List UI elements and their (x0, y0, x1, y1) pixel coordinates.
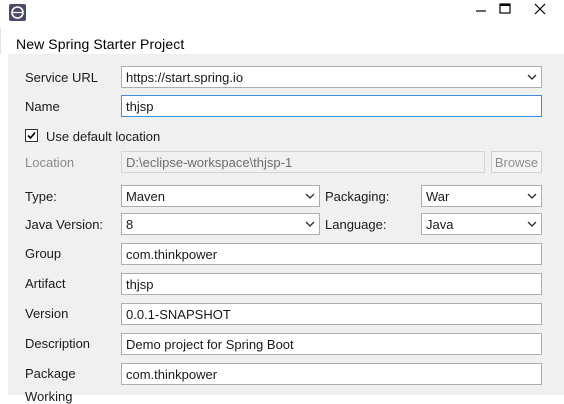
packaging-label: Packaging: (325, 189, 390, 204)
type-label: Type: (25, 189, 57, 204)
group-input[interactable]: com.thinkpower (121, 243, 542, 265)
window-titlebar (0, 0, 564, 26)
dialog-header: New Spring Starter Project (0, 28, 564, 54)
language-label: Language: (325, 217, 387, 232)
language-select[interactable]: Java (421, 213, 542, 235)
packaging-value: War (426, 189, 450, 204)
dialog-title: New Spring Starter Project (16, 36, 185, 52)
chevron-down-icon (527, 193, 537, 199)
version-input[interactable]: 0.0.1-SNAPSHOT (121, 303, 542, 325)
name-label: Name (25, 99, 60, 114)
chevron-down-icon (527, 74, 537, 80)
artifact-label: Artifact (25, 276, 66, 291)
use-default-location-checkbox[interactable] (25, 129, 38, 142)
eclipse-icon (9, 4, 26, 21)
chevron-down-icon (527, 221, 537, 227)
artifact-input[interactable]: thjsp (121, 273, 542, 295)
chevron-down-icon (305, 221, 315, 227)
version-label: Version (25, 306, 69, 321)
close-icon[interactable] (530, 0, 560, 22)
name-input[interactable]: thjsp (121, 95, 542, 117)
service-url-combo[interactable]: https://start.spring.io (121, 66, 542, 88)
package-label: Package (25, 366, 76, 381)
description-label: Description (25, 336, 91, 351)
use-default-location-label[interactable]: Use default location (46, 129, 160, 144)
browse-button: Browse (491, 151, 542, 173)
service-url-label: Service URL (25, 70, 98, 85)
language-value: Java (426, 217, 454, 232)
java-version-label: Java Version: (25, 217, 104, 232)
package-input[interactable]: com.thinkpower (121, 363, 542, 385)
working-sets-label: Working (25, 389, 73, 404)
group-label: Group (25, 246, 62, 261)
java-version-select[interactable]: 8 (121, 213, 320, 235)
type-select[interactable]: Maven (121, 185, 320, 207)
location-label: Location (25, 155, 75, 170)
packaging-select[interactable]: War (421, 185, 542, 207)
type-value: Maven (126, 189, 166, 204)
chevron-down-icon (305, 193, 315, 199)
java-version-value: 8 (126, 217, 134, 232)
location-input: D:\eclipse-workspace\thjsp-1 (121, 151, 485, 173)
description-input[interactable]: Demo project for Spring Boot (121, 333, 542, 355)
checkmark-icon (27, 131, 36, 140)
maximize-icon[interactable] (490, 0, 520, 22)
service-url-value: https://start.spring.io (126, 70, 244, 85)
